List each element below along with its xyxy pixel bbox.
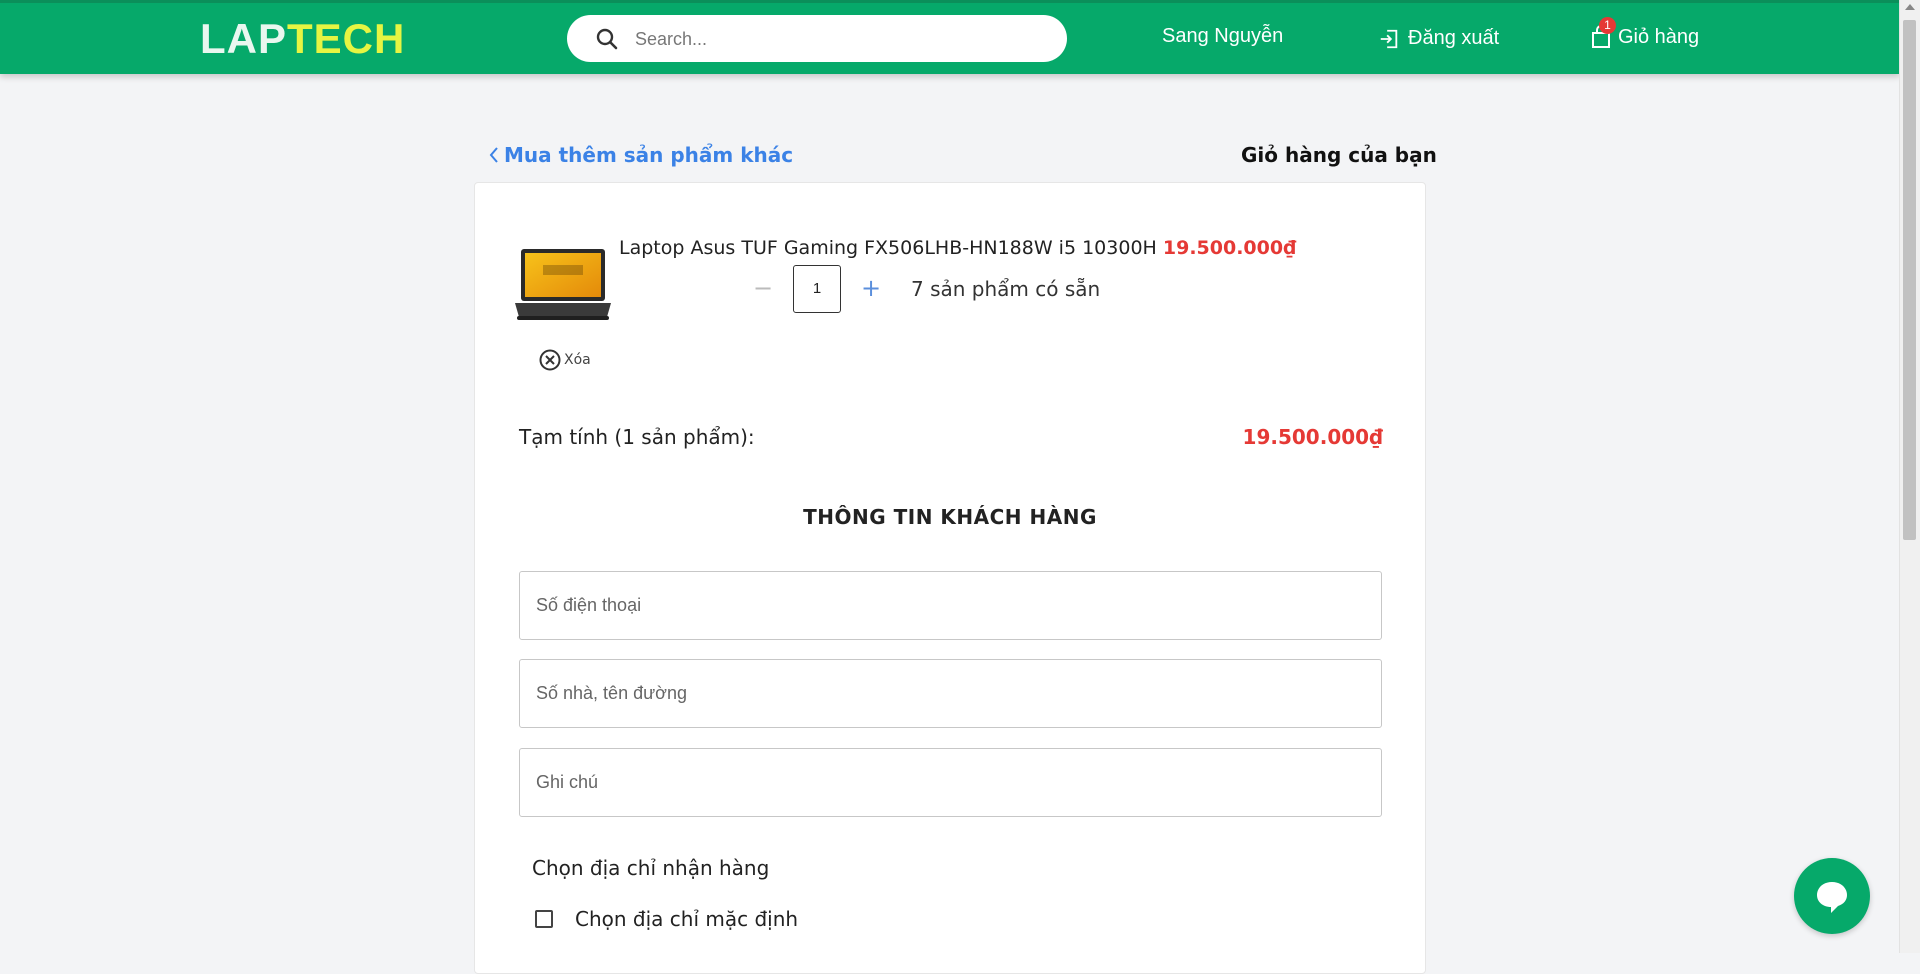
- chevron-left-icon: [489, 147, 498, 163]
- search-icon[interactable]: [595, 27, 619, 51]
- page-title: Giỏ hàng của bạn: [1241, 143, 1437, 167]
- logout-button[interactable]: Đăng xuất: [1378, 27, 1499, 50]
- continue-shopping-link[interactable]: Mua thêm sản phẩm khác: [488, 143, 793, 167]
- logout-icon: [1380, 29, 1398, 48]
- chat-icon: [1817, 882, 1847, 913]
- cart-label: Giỏ hàng: [1618, 25, 1700, 48]
- logo-part-lap: LAP: [200, 15, 287, 62]
- cart-card: Laptop Asus TUF Gaming FX506LHB-HN188W i…: [474, 182, 1426, 974]
- quantity-stepper: − 1 + 7 sản phẩm có sẵn: [745, 265, 1100, 313]
- customer-info-title: THÔNG TIN KHÁCH HÀNG: [803, 505, 1097, 529]
- decrease-quantity-button[interactable]: −: [745, 271, 781, 307]
- cart-icon-wrap: 1: [1590, 17, 1616, 49]
- increase-quantity-button[interactable]: +: [853, 271, 889, 307]
- product-image[interactable]: [513, 243, 613, 325]
- logout-label: Đăng xuất: [1408, 27, 1500, 49]
- street-address-field[interactable]: [519, 659, 1382, 728]
- scroll-thumb[interactable]: [1903, 20, 1916, 540]
- cart-button[interactable]: 1 Giỏ hàng: [1590, 17, 1700, 49]
- logo-part-tech: TECH: [287, 15, 406, 62]
- search-input[interactable]: [633, 23, 1037, 55]
- close-circle-icon: [539, 349, 561, 371]
- stock-availability: 7 sản phẩm có sẵn: [911, 277, 1101, 301]
- search-bar: [567, 15, 1067, 62]
- top-navbar: LAPTECH Sang Nguyễn Đăng xuất 1 Giỏ hàng: [0, 0, 1900, 74]
- cart-count-badge: 1: [1599, 17, 1616, 34]
- product-line: Laptop Asus TUF Gaming FX506LHB-HN188W i…: [619, 237, 1296, 259]
- remove-item-button[interactable]: Xóa: [538, 348, 591, 372]
- product-name[interactable]: Laptop Asus TUF Gaming FX506LHB-HN188W i…: [619, 237, 1157, 259]
- scroll-up-arrow[interactable]: [1905, 4, 1915, 10]
- phone-field[interactable]: [519, 571, 1382, 640]
- subtotal-value: 19.500.000₫: [1242, 425, 1383, 449]
- page-scrollbar[interactable]: [1899, 0, 1920, 953]
- default-address-checkbox[interactable]: [535, 910, 553, 928]
- note-field[interactable]: [519, 748, 1382, 817]
- default-address-label: Chọn địa chỉ mặc định: [575, 907, 799, 931]
- remove-label: Xóa: [564, 352, 591, 368]
- user-name-link[interactable]: Sang Nguyễn: [1162, 25, 1283, 48]
- brand-logo[interactable]: LAPTECH: [200, 15, 405, 63]
- continue-shopping-label: Mua thêm sản phẩm khác: [504, 143, 794, 167]
- subtotal-label: Tạm tính (1 sản phẩm):: [519, 425, 755, 449]
- chat-widget-button[interactable]: [1794, 858, 1870, 934]
- quantity-value[interactable]: 1: [793, 265, 841, 313]
- product-price: 19.500.000₫: [1162, 237, 1297, 259]
- default-address-option[interactable]: Chọn địa chỉ mặc định: [535, 907, 798, 931]
- address-choice-label: Chọn địa chỉ nhận hàng: [532, 856, 770, 880]
